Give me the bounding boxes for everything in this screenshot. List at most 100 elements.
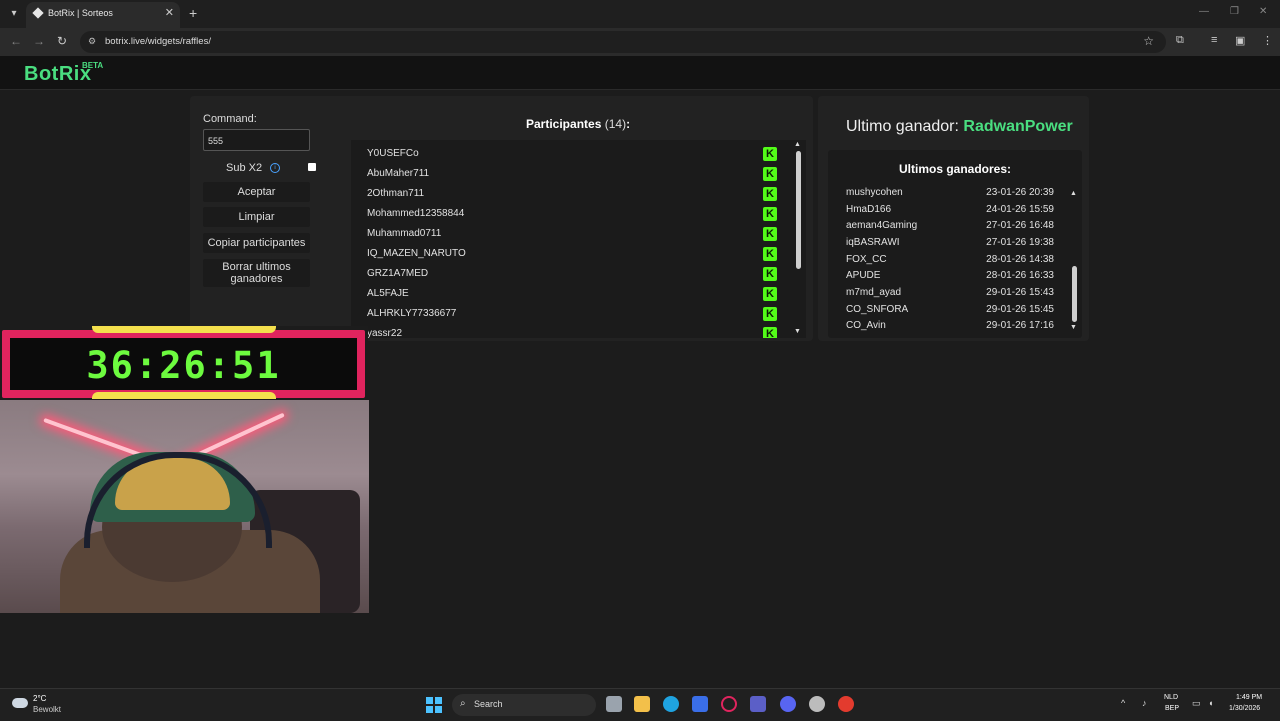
chrome-icon[interactable] [838, 696, 854, 712]
accept-button[interactable]: Aceptar [203, 182, 310, 202]
kick-icon: K [763, 287, 777, 301]
participant-name: Y0USEFCo [367, 148, 419, 159]
language-indicator[interactable]: NLD [1164, 694, 1178, 701]
kick-icon: K [763, 207, 777, 221]
taskbar-search[interactable]: ⌕ Search [452, 694, 596, 716]
tray-overflow-icon[interactable]: ^ [1121, 698, 1125, 708]
url-text[interactable]: botrix.live/widgets/raffles/ [105, 36, 211, 47]
menu-icon[interactable]: ⋮ [1262, 34, 1273, 47]
back-icon[interactable]: ← [10, 34, 22, 48]
kick-icon: K [763, 267, 777, 281]
list-item: aeman4Gaming 27-01-26 16:48 [846, 220, 1058, 236]
copy-participants-button[interactable]: Copiar participantes [203, 233, 310, 253]
list-item: 2Othman711 K [367, 184, 787, 204]
volume-icon[interactable]: ◖ [1208, 698, 1213, 708]
winner-date: 28-01-26 14:38 [986, 254, 1054, 265]
close-tab-icon[interactable]: ✕ [165, 6, 174, 19]
reload-icon[interactable]: ↻ [57, 34, 67, 48]
discord-icon[interactable] [780, 696, 796, 712]
list-item: CO_Avin 29-01-26 17:16 [846, 320, 1058, 336]
microphone-icon[interactable]: ♪ [1142, 698, 1147, 708]
subx2-label: Sub X2 [226, 162, 263, 174]
list-item: IQ_MAZEN_NARUTO K [367, 244, 787, 264]
list-item: Muhammad0711 K [367, 224, 787, 244]
site-info-icon[interactable]: ⚙ [88, 36, 98, 46]
network-icon[interactable]: ▭ [1192, 698, 1201, 709]
winner-date: 23-01-26 20:39 [986, 187, 1054, 198]
timer-value: 36:26:51 [86, 344, 281, 387]
kick-icon: K [763, 187, 777, 201]
bookmark-star-icon[interactable]: ☆ [1143, 34, 1154, 48]
windows-taskbar: 2°C Bewolkt ⌕ Search ^ ♪ NLD BEP ▭ ◖ 1:4… [0, 688, 1280, 721]
winner-date: 29-01-26 15:45 [986, 304, 1054, 315]
participants-scrollbar[interactable] [796, 151, 801, 269]
recent-winners-list[interactable]: Ultimos ganadores: mushycohen 23-01-26 20… [828, 150, 1082, 338]
media-controls-icon[interactable]: ≡ [1211, 34, 1217, 46]
delete-winners-button[interactable]: Borrar ultimos ganadores [203, 259, 310, 287]
restore-icon[interactable]: ❐ [1230, 6, 1239, 17]
participant-name: AL5FAJE [367, 288, 409, 299]
command-input[interactable]: 555 [203, 129, 310, 151]
start-button[interactable] [426, 697, 442, 713]
list-item: yassr22 K [367, 324, 787, 338]
winners-scrollbar[interactable] [1072, 266, 1077, 322]
list-item: m7md_ayad 29-01-26 15:43 [846, 287, 1058, 303]
list-item: Mohammed12358844 K [367, 204, 787, 224]
steam-icon[interactable] [809, 696, 825, 712]
participant-name: IQ_MAZEN_NARUTO [367, 248, 466, 259]
timer-accent-bottom [92, 392, 276, 399]
opera-icon[interactable] [721, 696, 737, 712]
raffle-panel: Command: 555 Sub X2 i Aceptar Limpiar Co… [190, 96, 813, 341]
scroll-up-arrow-icon[interactable]: ▲ [794, 141, 801, 148]
tab-list-icon[interactable]: ▾ [6, 6, 22, 22]
extensions-icon[interactable]: ⧉ [1176, 34, 1184, 47]
scroll-down-arrow-icon[interactable]: ▼ [794, 328, 801, 335]
clock-time[interactable]: 1:49 PM [1236, 694, 1262, 701]
subx2-checkbox[interactable] [308, 163, 316, 171]
kick-icon: K [763, 227, 777, 241]
close-window-icon[interactable]: ✕ [1259, 6, 1267, 17]
keyboard-layout[interactable]: BEP [1165, 705, 1179, 712]
search-placeholder: Search [474, 699, 503, 709]
kick-icon: K [763, 147, 777, 161]
list-item: AbuMaher711 K [367, 164, 787, 184]
participant-name: 2Othman711 [367, 188, 425, 199]
winners-panel: Ultimo ganador: RadwanPower Ultimos gana… [818, 96, 1089, 341]
timer-accent-top [92, 326, 276, 333]
forward-icon[interactable]: → [33, 34, 45, 48]
info-icon[interactable]: i [270, 163, 280, 173]
task-view-icon[interactable] [606, 696, 622, 712]
participants-count: (14) [604, 117, 627, 131]
new-tab-icon[interactable]: + [189, 5, 197, 21]
app-icon[interactable] [750, 696, 766, 712]
winner-date: 29-01-26 15:43 [986, 287, 1054, 298]
address-bar[interactable]: ⚙ botrix.live/widgets/raffles/ ☆ [80, 31, 1166, 53]
clock-date[interactable]: 1/30/2026 [1229, 705, 1260, 712]
translate-icon[interactable]: ▣ [1235, 34, 1245, 47]
list-item: iqBASRAWI 27-01-26 19:38 [846, 237, 1058, 253]
store-icon[interactable] [692, 696, 708, 712]
weather-desc[interactable]: Bewolkt [33, 705, 61, 714]
kick-icon: K [763, 307, 777, 321]
kick-icon: K [763, 327, 777, 338]
winner-name: HmaD166 [846, 204, 892, 215]
scroll-up-arrow-icon[interactable]: ▲ [1070, 190, 1077, 197]
tab-title: BotRix | Sorteos [48, 8, 113, 18]
winner-date: 27-01-26 16:48 [986, 220, 1054, 231]
minimize-icon[interactable]: — [1199, 6, 1209, 17]
winner-name: CO_Avin [846, 320, 886, 331]
edge-icon[interactable] [663, 696, 679, 712]
list-item: FOX_CC 28-01-26 14:38 [846, 254, 1058, 270]
list-item: GRZ1A7MED K [367, 264, 787, 284]
participants-list[interactable]: Y0USEFCo K AbuMaher711 K 2Othman711 K Moham… [351, 140, 806, 338]
weather-temp[interactable]: 2°C [33, 694, 46, 703]
webcam-overlay [0, 400, 369, 613]
clear-button[interactable]: Limpiar [203, 207, 310, 227]
list-item: AL5FAJE K [367, 284, 787, 304]
scroll-down-arrow-icon[interactable]: ▼ [1070, 324, 1077, 331]
winner-date: 28-01-26 16:33 [986, 270, 1054, 281]
winner-date: 27-01-26 19:38 [986, 237, 1054, 248]
cloud-icon[interactable] [12, 698, 28, 708]
file-explorer-icon[interactable] [634, 696, 650, 712]
browser-tab[interactable]: BotRix | Sorteos ✕ [26, 2, 180, 28]
